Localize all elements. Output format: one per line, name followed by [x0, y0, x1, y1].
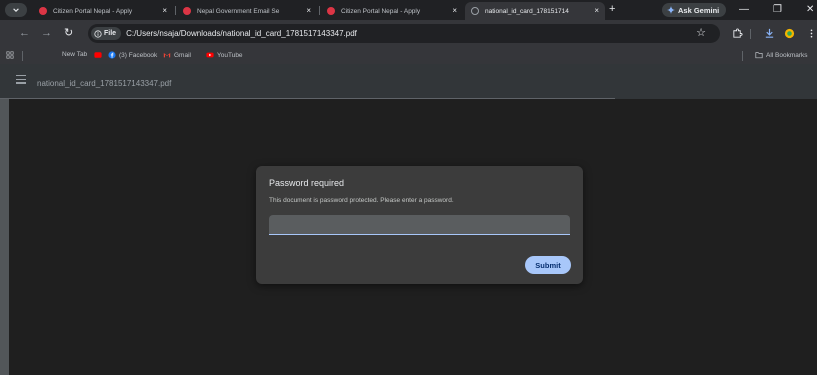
- facebook-icon: [108, 51, 116, 59]
- tab-title: national_id_card_178151714: [485, 7, 569, 15]
- password-dialog: Password required This document is passw…: [256, 166, 583, 284]
- pdf-filename: national_id_card_1781517143347.pdf: [37, 79, 172, 88]
- minimize-button[interactable]: —: [739, 2, 749, 17]
- dialog-message: This document is password protected. Ple…: [269, 197, 454, 204]
- tab-title: Citizen Portal Nepal - Apply: [53, 7, 133, 15]
- pdf-menu-icon[interactable]: [16, 75, 26, 86]
- browser-toolbar: ← → ↻ File C:/Users/nsaja/Downloads/nati…: [0, 20, 817, 48]
- reload-button[interactable]: ↻: [64, 27, 73, 40]
- bookmark-star-icon[interactable]: ☆: [696, 26, 706, 39]
- folder-icon: [755, 52, 763, 59]
- tab-citizen-portal-1[interactable]: Citizen Portal Nepal - Apply ×: [33, 2, 173, 20]
- forward-button[interactable]: →: [41, 27, 52, 40]
- gmail-icon: [163, 53, 171, 58]
- tab-close-icon[interactable]: ×: [594, 7, 599, 15]
- password-input[interactable]: [269, 215, 570, 235]
- tab-citizen-portal-2[interactable]: Citizen Portal Nepal - Apply ×: [321, 2, 463, 20]
- tab-title: Citizen Portal Nepal - Apply: [341, 7, 421, 15]
- tab-search-button[interactable]: [5, 3, 27, 17]
- maximize-button[interactable]: ❐: [773, 2, 782, 17]
- address-bar[interactable]: File C:/Users/nsaja/Downloads/national_i…: [88, 24, 720, 43]
- puzzle-icon: [732, 27, 743, 38]
- tab-nepal-gov-email[interactable]: Nepal Government Email Se ×: [177, 2, 317, 20]
- bookmarks-divider: [742, 51, 743, 61]
- youtube-icon: [206, 52, 214, 58]
- chevron-down-icon: [13, 8, 19, 12]
- tab-title: Nepal Government Email Se: [197, 7, 280, 15]
- downloads-button[interactable]: [762, 26, 776, 40]
- tab-divider: [319, 6, 320, 15]
- dialog-title: Password required: [269, 178, 345, 188]
- nepal-gov-favicon-icon: [183, 7, 191, 15]
- site-chip-label: File: [104, 30, 117, 37]
- bookmark-gmail[interactable]: Gmail: [163, 51, 191, 59]
- globe-icon: [471, 7, 479, 15]
- url-text: C:/Users/nsaja/Downloads/national_id_car…: [126, 29, 357, 38]
- pdf-toolbar: national_id_card_1781517143347.pdf: [0, 64, 817, 99]
- tab-national-id-pdf[interactable]: national_id_card_178151714 ×: [465, 2, 605, 20]
- bookmark-label: YouTube: [217, 51, 243, 59]
- tab-close-icon[interactable]: ×: [162, 7, 167, 15]
- back-button[interactable]: ←: [19, 27, 30, 40]
- profile-avatar[interactable]: [782, 26, 796, 40]
- close-window-button[interactable]: ✕: [806, 2, 814, 17]
- bookmarks-bar: New Tab (3) Facebook Gmail YouTube All B…: [0, 48, 817, 64]
- site-info-chip[interactable]: File: [91, 27, 122, 40]
- ask-gemini-button[interactable]: Ask Gemini: [662, 3, 727, 17]
- apps-button[interactable]: [6, 51, 17, 59]
- bookmarks-divider: [22, 51, 23, 61]
- extensions-button[interactable]: [730, 26, 744, 40]
- red-site-favicon-icon: [94, 52, 102, 58]
- bookmark-facebook[interactable]: (3) Facebook: [108, 51, 157, 59]
- apps-grid-icon: [6, 51, 14, 59]
- avatar-icon: [784, 28, 794, 38]
- download-icon: [765, 28, 773, 38]
- submit-button[interactable]: Submit: [525, 256, 571, 274]
- bookmark-label: Gmail: [174, 51, 191, 59]
- kebab-menu-icon: [810, 28, 812, 38]
- tab-divider: [175, 6, 176, 15]
- all-bookmarks-button[interactable]: All Bookmarks: [755, 51, 808, 59]
- tab-strip: Citizen Portal Nepal - Apply × Nepal Gov…: [0, 0, 817, 20]
- bookmark-label: (3) Facebook: [119, 51, 158, 59]
- bookmark-youtube[interactable]: YouTube: [206, 51, 243, 59]
- bookmark-label: New Tab: [62, 51, 88, 58]
- ask-gemini-label: Ask Gemini: [678, 5, 720, 15]
- citizen-portal-favicon-icon: [39, 7, 47, 15]
- bookmark-red-site[interactable]: [94, 51, 105, 59]
- tab-close-icon[interactable]: ×: [452, 7, 457, 15]
- tab-close-icon[interactable]: ×: [306, 7, 311, 15]
- all-bookmarks-label: All Bookmarks: [766, 51, 808, 59]
- toolbar-divider: [750, 29, 751, 39]
- bookmark-new-tab[interactable]: New Tab: [62, 51, 87, 58]
- browser-menu-button[interactable]: [804, 26, 817, 40]
- info-icon: [94, 29, 102, 38]
- gemini-sparkle-icon: [667, 6, 675, 14]
- new-tab-button[interactable]: +: [609, 3, 615, 16]
- citizen-portal-favicon-icon: [327, 7, 335, 15]
